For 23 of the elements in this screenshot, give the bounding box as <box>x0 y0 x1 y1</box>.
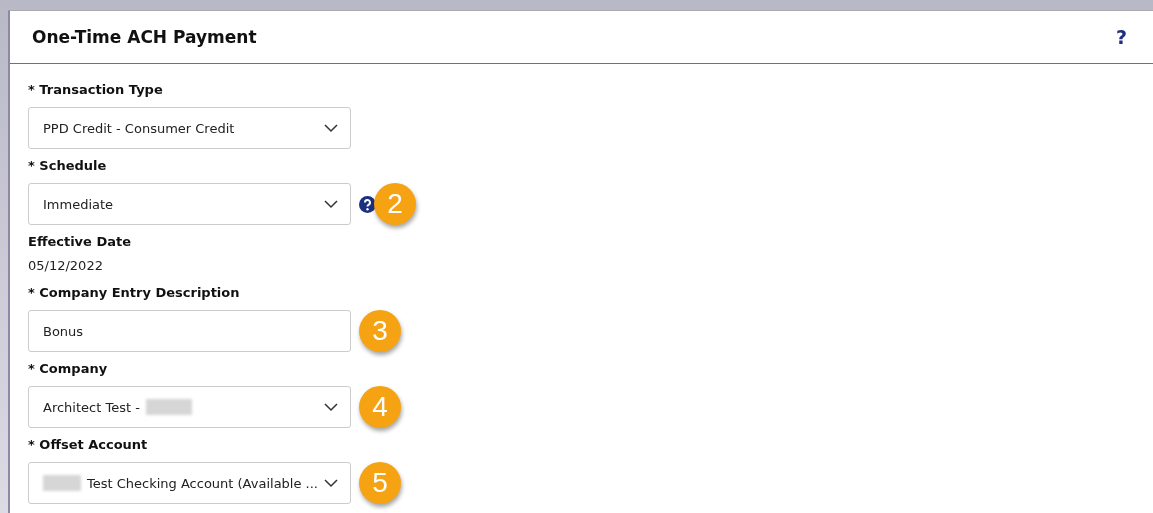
step-badge: 3 <box>359 310 401 352</box>
select-field[interactable]: Immediate <box>28 183 351 225</box>
field-value: 05/12/2022 <box>28 257 104 275</box>
caret-icon <box>324 199 338 209</box>
input-field[interactable]: Bonus <box>28 310 351 352</box>
select-field[interactable]: Test Checking Account (Available ... <box>28 462 351 504</box>
help-link[interactable]: ? <box>1115 26 1127 48</box>
field-label: * Company Entry Description <box>28 284 241 302</box>
select-field[interactable]: Architect Test - <box>28 386 351 428</box>
select-field[interactable]: PPD Credit - Consumer Credit <box>28 107 351 149</box>
caret-icon <box>324 402 338 412</box>
step-badge: 4 <box>359 386 401 428</box>
caret-icon <box>324 123 338 133</box>
field-label: * Transaction Type <box>28 81 164 99</box>
field-label: Effective Date <box>28 233 133 251</box>
help-icon[interactable] <box>359 195 376 213</box>
step-badge: 2 <box>374 183 416 225</box>
field-label: * Schedule <box>28 157 108 175</box>
panel-title: One-Time ACH Payment <box>32 27 257 47</box>
step-badge: 5 <box>359 462 401 504</box>
caret-icon <box>324 478 338 488</box>
field-label: * Company <box>28 360 109 378</box>
field-label: * Offset Account <box>28 436 149 454</box>
